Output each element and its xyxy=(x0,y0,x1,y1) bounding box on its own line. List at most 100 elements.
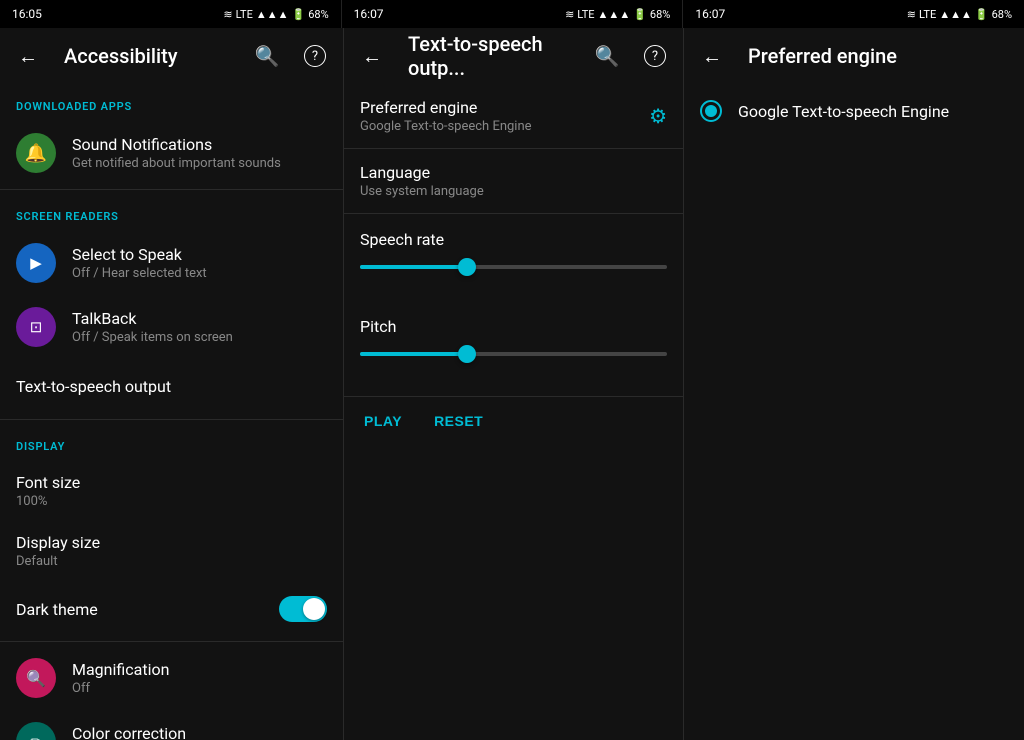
dark-theme-toggle[interactable] xyxy=(279,596,327,622)
back-button-3[interactable]: ← xyxy=(692,36,732,76)
tts-text: Text-to-speech output xyxy=(16,377,327,398)
panels-container: ← Accessibility 🔍 ? Downloaded Apps 🔔 So… xyxy=(0,28,1024,740)
pitch-thumb xyxy=(458,345,476,363)
pitch-fill xyxy=(360,352,467,356)
radio-inner xyxy=(705,105,717,117)
accessibility-title: Accessibility xyxy=(64,44,239,68)
preferred-engine-label: Preferred engine xyxy=(360,98,532,117)
list-item-font-size[interactable]: Font size 100% xyxy=(0,461,343,521)
divider-1 xyxy=(0,189,343,190)
dark-theme-label: Dark theme xyxy=(16,600,98,619)
engine-name: Google Text-to-speech Engine xyxy=(738,102,949,121)
back-icon-2: ← xyxy=(362,44,382,69)
color-correction-title: Color correction xyxy=(72,724,327,740)
select-to-speak-subtitle: Off / Hear selected text xyxy=(72,266,327,281)
section-header-display: Display xyxy=(0,424,343,461)
status-panel2: 16:07 ≋ LTE ▲▲▲ 🔋 68% xyxy=(341,0,683,28)
search-button-2[interactable]: 🔍 xyxy=(587,36,627,76)
font-size-title: Font size xyxy=(16,473,327,492)
signal-bars-3: ▲▲▲ xyxy=(939,8,972,21)
magnification-icon: 🔍 xyxy=(16,658,56,698)
tts-panel: ← Text-to-speech outp... 🔍 ? Preferred e… xyxy=(344,28,684,740)
back-button-1[interactable]: ← xyxy=(8,36,48,76)
engine-panel-title: Preferred engine xyxy=(748,44,1016,68)
help-icon-2: ? xyxy=(644,45,666,67)
tts-title: Text-to-speech output xyxy=(16,377,327,396)
talkback-subtitle: Off / Speak items on screen xyxy=(72,330,327,345)
magnification-title: Magnification xyxy=(72,660,327,679)
speech-rate-label: Speech rate xyxy=(360,230,667,249)
accessibility-panel: ← Accessibility 🔍 ? Downloaded Apps 🔔 So… xyxy=(0,28,344,740)
radio-button-selected xyxy=(700,100,722,122)
battery-1: 🔋 xyxy=(292,8,306,21)
battery-pct-2: 68% xyxy=(650,8,670,21)
section-header-screen-readers: Screen Readers xyxy=(0,194,343,231)
list-item-magnification[interactable]: 🔍 Magnification Off xyxy=(0,646,343,710)
status-panel3: 16:07 ≋ LTE ▲▲▲ 🔋 68% xyxy=(682,0,1024,28)
speech-rate-section: Speech rate xyxy=(344,214,683,301)
font-size-text: Font size 100% xyxy=(16,473,327,509)
list-item-text-to-speech[interactable]: Text-to-speech output xyxy=(0,359,343,415)
section-header-downloaded: Downloaded Apps xyxy=(0,84,343,121)
display-size-subtitle: Default xyxy=(16,554,327,569)
search-icon-2: 🔍 xyxy=(595,44,620,68)
speech-rate-thumb xyxy=(458,258,476,276)
signal-bars-2: ▲▲▲ xyxy=(598,8,631,21)
back-icon-1: ← xyxy=(18,44,38,69)
list-item-talkback[interactable]: ⊡ TalkBack Off / Speak items on screen xyxy=(0,295,343,359)
signal-icon-3: ≋ xyxy=(907,8,916,21)
lte-label-2: LTE xyxy=(577,8,594,21)
tts-panel-title: Text-to-speech outp... xyxy=(408,32,579,80)
help-icon-1: ? xyxy=(304,45,326,67)
list-item-sound-notifications[interactable]: 🔔 Sound Notifications Get notified about… xyxy=(0,121,343,185)
display-size-text: Display size Default xyxy=(16,533,327,569)
list-item-display-size[interactable]: Display size Default xyxy=(0,521,343,581)
divider-3 xyxy=(0,641,343,642)
tts-toolbar: ← Text-to-speech outp... 🔍 ? xyxy=(344,28,683,84)
speech-rate-fill xyxy=(360,265,467,269)
select-to-speak-icon: ▶ xyxy=(16,243,56,283)
language-item[interactable]: Language Use system language xyxy=(344,149,683,214)
preferred-engine-item[interactable]: Preferred engine Google Text-to-speech E… xyxy=(344,84,683,149)
reset-button[interactable]: Reset xyxy=(430,405,487,437)
color-correction-icon: ✏ xyxy=(16,722,56,740)
pitch-slider[interactable] xyxy=(360,352,667,356)
signal-icon-1: ≋ xyxy=(223,8,232,21)
color-correction-text: Color correction Off xyxy=(72,724,327,740)
time-panel3: 16:07 xyxy=(695,7,725,21)
battery-pct-3: 68% xyxy=(992,8,1012,21)
pitch-section: Pitch xyxy=(344,301,683,388)
status-panel1: 16:05 ≋ LTE ▲▲▲ 🔋 68% xyxy=(0,0,341,28)
list-item-color-correction[interactable]: ✏ Color correction Off xyxy=(0,710,343,740)
play-button[interactable]: Play xyxy=(360,405,406,437)
help-button-2[interactable]: ? xyxy=(635,36,675,76)
help-button-1[interactable]: ? xyxy=(295,36,335,76)
engine-toolbar: ← Preferred engine xyxy=(684,28,1024,84)
talkback-title: TalkBack xyxy=(72,309,327,328)
talkback-icon: ⊡ xyxy=(16,307,56,347)
battery-3: 🔋 xyxy=(975,8,989,21)
font-size-subtitle: 100% xyxy=(16,494,327,509)
list-item-select-to-speak[interactable]: ▶ Select to Speak Off / Hear selected te… xyxy=(0,231,343,295)
talkback-text: TalkBack Off / Speak items on screen xyxy=(72,309,327,345)
signal-icon-2: ≋ xyxy=(565,8,574,21)
gear-icon[interactable]: ⚙ xyxy=(649,104,667,128)
dark-theme-row[interactable]: Dark theme xyxy=(0,581,343,637)
lte-label-1: LTE xyxy=(236,8,253,21)
accessibility-toolbar: ← Accessibility 🔍 ? xyxy=(0,28,343,84)
sound-notifications-title: Sound Notifications xyxy=(72,135,327,154)
search-button-1[interactable]: 🔍 xyxy=(247,36,287,76)
engine-list-item[interactable]: Google Text-to-speech Engine xyxy=(684,84,1024,138)
battery-2: 🔋 xyxy=(633,8,647,21)
sound-notifications-icon: 🔔 xyxy=(16,133,56,173)
magnification-text: Magnification Off xyxy=(72,660,327,696)
select-to-speak-title: Select to Speak xyxy=(72,245,327,264)
divider-2 xyxy=(0,419,343,420)
battery-pct-1: 68% xyxy=(308,8,328,21)
time-panel2: 16:07 xyxy=(354,7,384,21)
select-to-speak-text: Select to Speak Off / Hear selected text xyxy=(72,245,327,281)
speech-rate-slider[interactable] xyxy=(360,265,667,269)
signal-bars-1: ▲▲▲ xyxy=(256,8,289,21)
language-label: Language xyxy=(360,163,484,182)
back-button-2[interactable]: ← xyxy=(352,36,392,76)
